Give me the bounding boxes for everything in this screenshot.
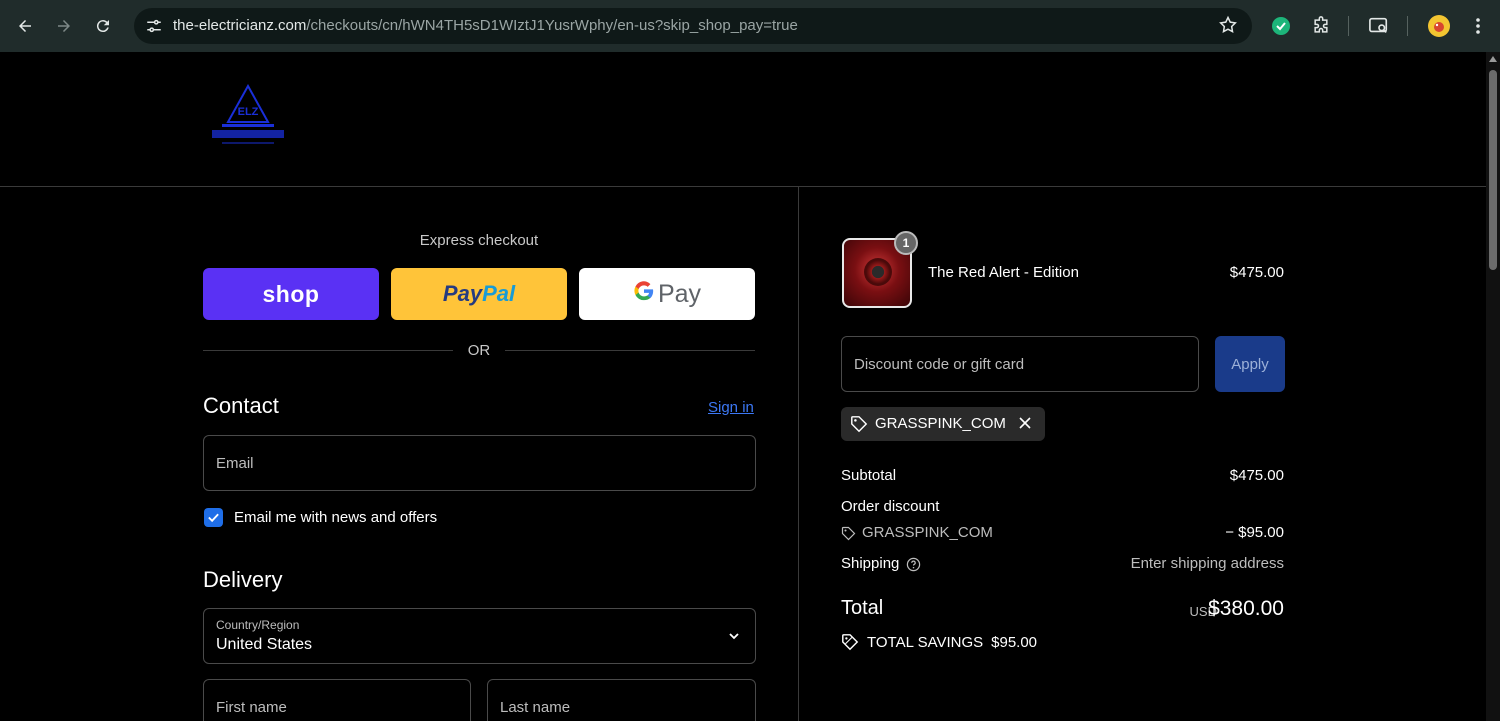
total-savings: TOTAL SAVINGS $95.00 (841, 633, 1037, 651)
browser-toolbar: the-electricianz.com/checkouts/cn/hWN4TH… (0, 0, 1500, 52)
or-divider-label: OR (467, 342, 491, 359)
savings-label: TOTAL SAVINGS (867, 633, 984, 651)
more-menu-icon[interactable] (1464, 12, 1492, 40)
paypal-label-pal: Pal (482, 281, 516, 306)
total-value: $380.00 (1208, 597, 1284, 620)
scroll-up-arrow-icon[interactable] (1489, 56, 1497, 62)
site-info-icon[interactable] (142, 14, 166, 38)
last-name-placeholder: Last name (500, 699, 571, 716)
express-checkout-title: Express checkout (419, 232, 539, 249)
store-logo[interactable]: ELZ (208, 83, 288, 154)
quantity-badge: 1 (894, 231, 918, 255)
sign-in-link[interactable]: Sign in (708, 399, 754, 416)
product-image-detail (864, 258, 892, 286)
savings-value: $95.00 (991, 633, 1038, 651)
total-label: Total (841, 597, 884, 619)
toolbar-separator (1407, 16, 1408, 36)
newsletter-checkbox[interactable] (204, 508, 223, 527)
google-pay-button[interactable]: Pay (579, 268, 755, 320)
shop-pay-button[interactable]: shop (203, 268, 379, 320)
forward-button[interactable] (48, 10, 80, 42)
applied-discount-code: GRASSPINK_COM (875, 415, 1006, 432)
email-placeholder: Email (216, 455, 254, 472)
help-circle-icon[interactable] (906, 557, 921, 572)
shipping-value: Enter shipping address (1130, 555, 1284, 572)
last-name-field[interactable]: Last name (487, 679, 756, 721)
country-label: Country/Region (216, 618, 300, 632)
paypal-label-pay: Pay (442, 281, 483, 306)
shop-pay-label: shop (262, 280, 320, 307)
contact-heading: Contact (203, 393, 279, 418)
product-name: The Red Alert - Edition (928, 264, 1079, 281)
bookmark-star-icon[interactable] (1218, 15, 1238, 40)
remove-discount-close-icon[interactable] (1018, 416, 1032, 435)
discount-code-line: GRASSPINK_COM (862, 524, 993, 541)
extension-green-icon[interactable] (1267, 12, 1295, 40)
tab-search-icon[interactable] (1365, 12, 1393, 40)
shipping-label: Shipping (841, 555, 900, 572)
newsletter-label: Email me with news and offers (234, 509, 438, 526)
country-value: United States (216, 636, 313, 653)
first-name-placeholder: First name (216, 699, 287, 716)
logo-monogram: ELZ (238, 106, 259, 118)
discount-tag-icon (841, 526, 856, 541)
discount-value: − $95.00 (1225, 524, 1284, 541)
reload-icon (96, 20, 109, 33)
google-pay-label: Pay (657, 279, 702, 308)
or-divider-right (505, 350, 755, 351)
discount-code-input[interactable]: Discount code or gift card (841, 336, 1199, 392)
or-divider-left (203, 350, 453, 351)
arrow-right-icon (58, 20, 70, 32)
arrow-left-icon (19, 20, 31, 32)
order-discount-label: Order discount (841, 498, 940, 515)
address-bar[interactable]: the-electricianz.com/checkouts/cn/hWN4TH… (134, 8, 1252, 44)
email-field[interactable]: Email (203, 435, 756, 491)
savings-tag-icon (841, 633, 859, 651)
back-button[interactable] (9, 10, 41, 42)
url-path: /checkouts/cn/hWN4TH5sD1WIztJ1YusrWphy/e… (306, 17, 798, 34)
extensions-puzzle-icon[interactable] (1307, 12, 1335, 40)
checkmark-icon (208, 513, 219, 523)
profile-avatar-icon[interactable] (1425, 12, 1453, 40)
column-divider (798, 187, 799, 721)
reload-button[interactable] (87, 10, 119, 42)
apply-discount-button[interactable]: Apply (1215, 336, 1285, 392)
tag-icon (850, 415, 868, 438)
paypal-button[interactable]: Pay Pal (391, 268, 567, 320)
google-g-icon (633, 280, 655, 309)
subtotal-value: $475.00 (1229, 467, 1284, 484)
scrollbar-thumb[interactable] (1489, 70, 1497, 270)
product-price: $475.00 (1229, 264, 1284, 281)
subtotal-label: Subtotal (841, 467, 897, 484)
url-text: the-electricianz.com/checkouts/cn/hWN4TH… (173, 17, 798, 34)
first-name-field[interactable]: First name (203, 679, 471, 721)
country-select[interactable]: Country/Region United States (203, 608, 756, 664)
applied-discount-chip: GRASSPINK_COM (841, 407, 1045, 441)
chevron-down-icon (727, 629, 741, 648)
url-domain: the-electricianz.com (173, 17, 307, 34)
toolbar-separator (1348, 16, 1349, 36)
delivery-heading: Delivery (203, 567, 283, 592)
discount-code-placeholder: Discount code or gift card (854, 356, 1025, 373)
